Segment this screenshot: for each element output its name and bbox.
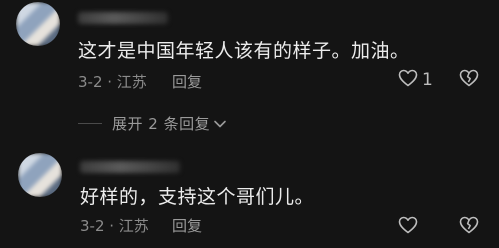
expand-replies-label: 展开 2 条回复 [112, 115, 211, 133]
heart-outline-icon [398, 216, 418, 238]
like-button[interactable] [398, 216, 422, 238]
comment-date-location: 3-2 · 江苏 [80, 217, 149, 235]
avatar[interactable] [16, 2, 60, 46]
expand-replies-button[interactable]: 展开 2 条回复 [78, 113, 227, 134]
avatar[interactable] [18, 153, 62, 197]
dislike-button[interactable] [459, 69, 479, 91]
like-button[interactable]: 1 [398, 69, 433, 91]
heart-outline-icon [398, 69, 418, 91]
comment-text: 这才是中国年轻人该有的样子。加油。 [78, 40, 410, 62]
reply-button[interactable]: 回复 [172, 215, 202, 236]
comment-date-location: 3-2 · 江苏 [78, 73, 147, 91]
username-blurred[interactable] [80, 161, 180, 173]
broken-heart-icon [459, 216, 479, 238]
broken-heart-icon [459, 69, 479, 91]
like-count: 1 [422, 70, 433, 90]
divider [78, 123, 102, 124]
reply-button[interactable]: 回复 [172, 71, 202, 92]
comment-text: 好样的，支持这个哥们儿。 [80, 186, 315, 208]
username-blurred[interactable] [78, 12, 168, 24]
dislike-button[interactable] [459, 216, 479, 238]
chevron-down-icon [213, 114, 227, 133]
